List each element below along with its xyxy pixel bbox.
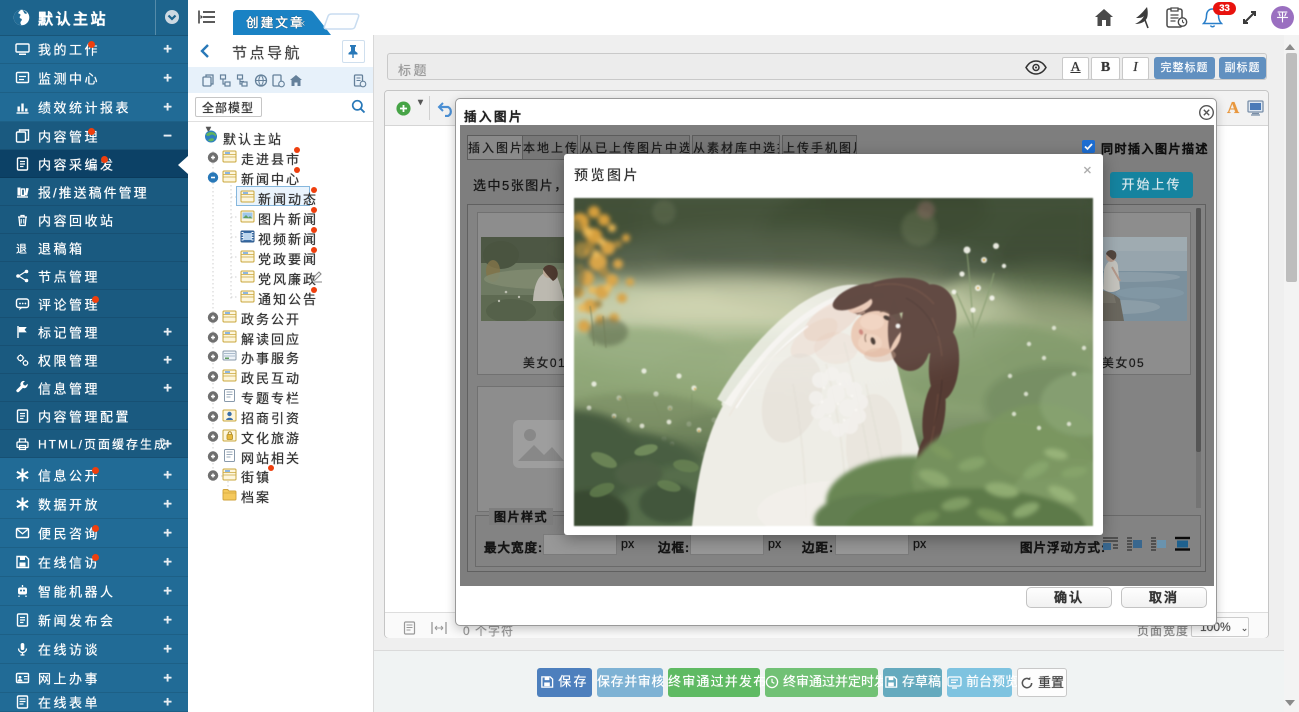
svg-text:×: × [299,18,305,30]
svg-text:创建文章: 创建文章 [245,15,305,30]
svg-text:退: 退 [16,242,27,255]
